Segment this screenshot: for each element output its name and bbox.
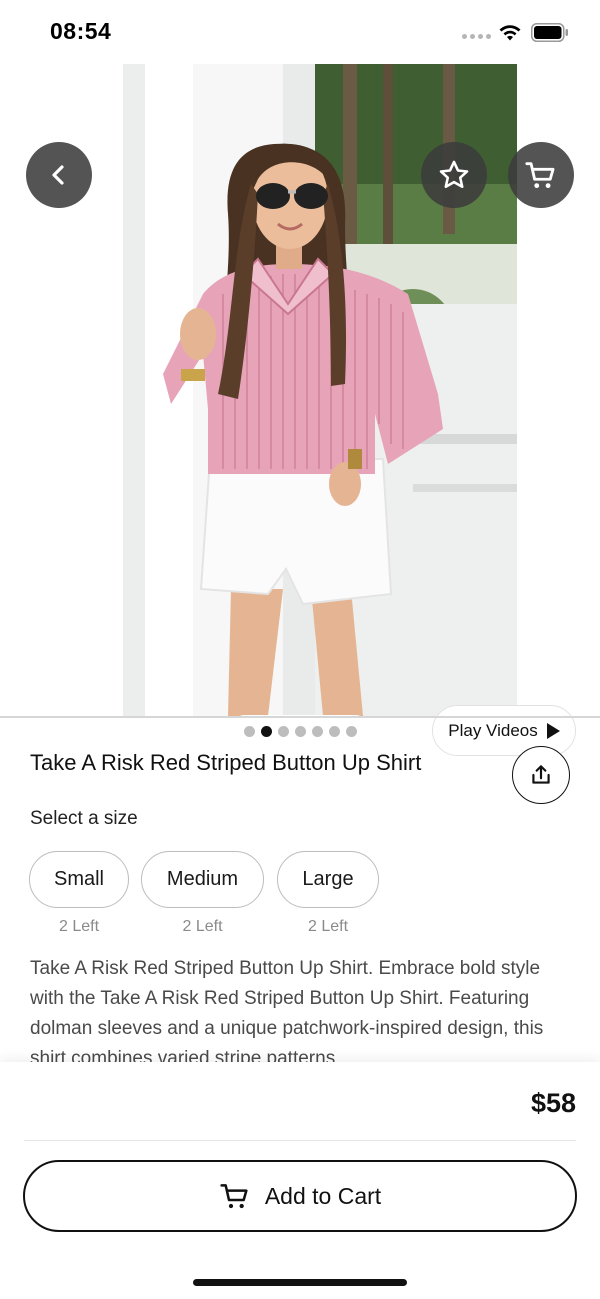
divider [24,1140,576,1141]
share-button[interactable] [512,746,570,804]
chevron-left-icon [52,165,64,185]
image-pager[interactable] [229,715,371,747]
product-description: Take A Risk Red Striped Button Up Shirt.… [30,958,544,1064]
size-option-large[interactable]: Large [277,851,379,908]
cart-icon [525,162,555,189]
battery-icon [531,23,568,42]
size-stock-small: 2 Left [58,918,100,935]
status-time: 08:54 [50,18,112,44]
back-button[interactable] [26,142,92,208]
cart-icon [220,1184,248,1209]
size-option-label: Small [53,868,104,890]
pager-dot[interactable] [294,725,306,737]
signal-icon [462,34,491,39]
cart-button[interactable] [508,142,574,208]
product-title: Take A Risk Red Striped Button Up Shirt [30,750,422,775]
pager-dot-active[interactable] [260,725,272,737]
pager-dot[interactable] [311,725,323,737]
select-size-label: Select a size [30,808,138,829]
pager-dot[interactable] [345,725,357,737]
pager-dot[interactable] [277,725,289,737]
add-to-cart-label: Add to Cart [264,1182,382,1209]
divider [0,716,600,718]
product-price: $58 [530,1088,576,1118]
size-option-label: Medium [166,868,239,890]
size-option-label: Large [302,868,354,890]
size-option-medium[interactable]: Medium [141,851,264,908]
favorite-button[interactable] [421,142,487,208]
pager-dot[interactable] [243,725,255,737]
share-icon [532,765,550,784]
play-videos-label: Play Videos [448,720,538,740]
wifi-icon [499,25,521,41]
size-option-small[interactable]: Small [29,851,129,908]
star-icon [439,160,469,189]
home-indicator[interactable] [193,1279,407,1286]
play-icon [546,722,560,739]
size-stock-medium: 2 Left [182,918,223,935]
size-stock-large: 2 Left [307,918,349,935]
product-gallery[interactable]: Play Videos [0,64,600,756]
status-bar: 08:54 [0,0,600,64]
add-to-cart-button[interactable]: Add to Cart [23,1160,577,1232]
pager-dot[interactable] [328,725,340,737]
